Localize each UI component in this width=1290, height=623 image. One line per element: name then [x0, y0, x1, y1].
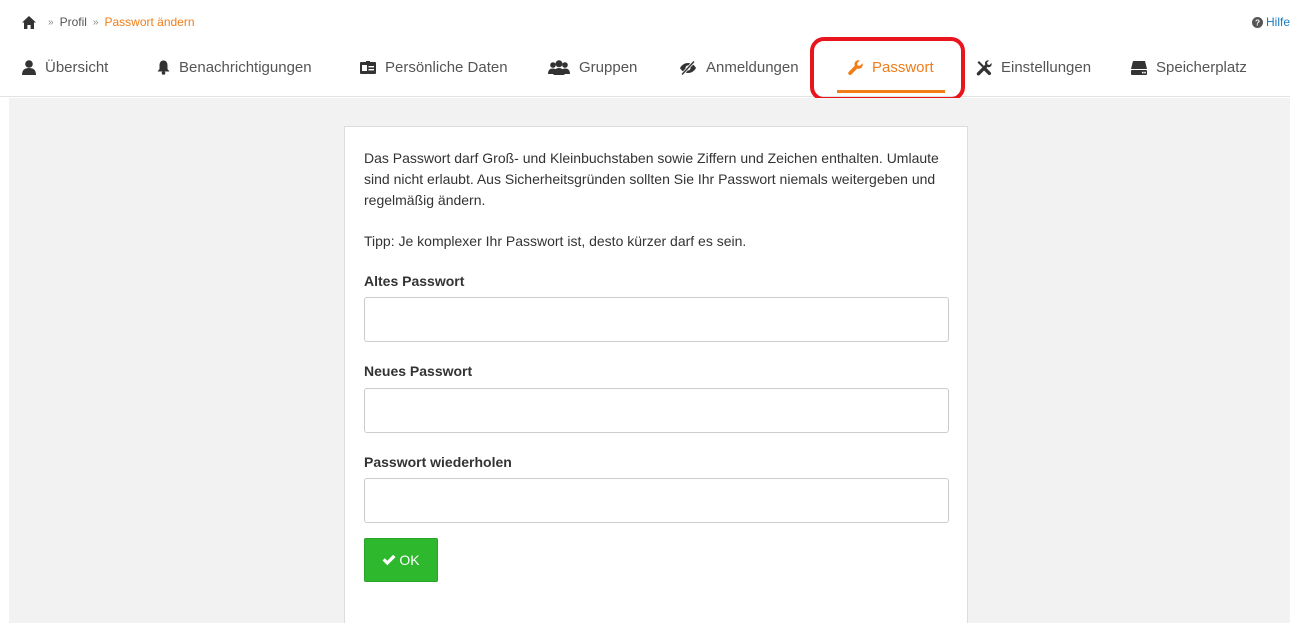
active-tab-underline [837, 90, 945, 93]
question-circle-icon: ? [1251, 16, 1263, 28]
ok-button-label: OK [399, 552, 420, 568]
checkmark-icon [382, 554, 396, 566]
breadcrumb-passwort-aendern: Passwort ändern [104, 15, 195, 29]
tab-einstellungen[interactable]: Einstellungen [976, 42, 1091, 97]
home-icon[interactable] [22, 15, 36, 29]
bell-icon [157, 60, 170, 75]
tab-label: Speicherplatz [1156, 59, 1247, 76]
password-tip-text: Tipp: Je komplexer Ihr Passwort ist, des… [364, 233, 747, 249]
tab-label: Gruppen [579, 59, 638, 76]
tab-label: Einstellungen [1001, 59, 1092, 76]
wrench-icon [848, 60, 863, 75]
tab-anmeldungen[interactable]: Anmeldungen [679, 42, 799, 97]
old-password-input[interactable] [364, 297, 949, 342]
help-label: Hilfe [1265, 15, 1290, 29]
tab-uebersicht[interactable]: Übersicht [22, 42, 108, 97]
ok-button[interactable]: OK [364, 538, 438, 582]
profile-tabs: Übersicht Benachrichtigungen Persönliche… [0, 42, 1290, 97]
password-form-card: Das Passwort darf Groß- und Kleinbuchsta… [344, 126, 968, 623]
tab-persoenliche-daten[interactable]: Persönliche Daten [360, 42, 508, 97]
tab-label: Anmeldungen [706, 59, 799, 76]
tab-label: Persönliche Daten [385, 59, 508, 76]
breadcrumb-separator: » [92, 16, 99, 28]
eye-slash-icon [680, 60, 696, 75]
tab-label: Benachrichtigungen [179, 59, 312, 76]
tab-passwort[interactable]: Passwort [837, 42, 945, 97]
tab-label: Passwort [872, 59, 934, 76]
breadcrumb: » Profil » Passwort ändern [22, 13, 195, 31]
breadcrumb-separator: » [48, 16, 54, 28]
tab-label: Übersicht [45, 59, 109, 76]
group-icon [548, 60, 570, 75]
repeat-password-label: Passwort wiederholen [364, 454, 512, 470]
old-password-label: Altes Passwort [364, 273, 465, 289]
hdd-icon [1131, 60, 1147, 75]
tab-speicherplatz[interactable]: Speicherplatz [1131, 42, 1247, 97]
repeat-password-input[interactable] [364, 478, 949, 523]
help-link[interactable]: ? Hilfe [1251, 13, 1290, 31]
user-icon [22, 60, 36, 75]
id-card-icon [360, 61, 376, 74]
tab-benachrichtigungen[interactable]: Benachrichtigungen [157, 42, 312, 97]
new-password-label: Neues Passwort [364, 363, 473, 379]
new-password-input[interactable] [364, 388, 949, 433]
tab-gruppen[interactable]: Gruppen [548, 42, 637, 97]
svg-text:?: ? [1255, 18, 1260, 27]
tools-icon [976, 59, 992, 76]
password-rules-text: Das Passwort darf Groß- und Kleinbuchsta… [364, 150, 939, 208]
breadcrumb-profil[interactable]: Profil [60, 15, 87, 29]
content-area: Das Passwort darf Groß- und Kleinbuchsta… [9, 98, 1290, 623]
